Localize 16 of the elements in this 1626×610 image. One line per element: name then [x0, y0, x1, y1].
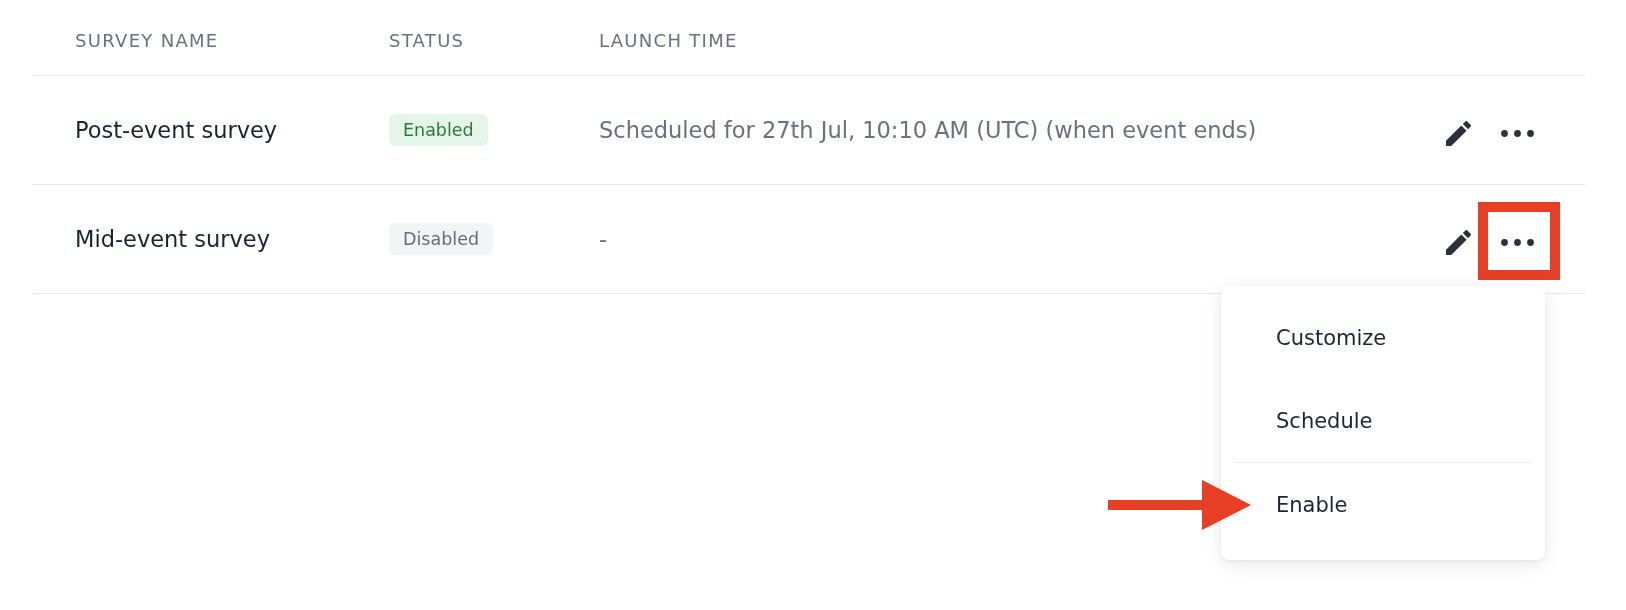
- column-header: LAUNCH TIME: [599, 28, 739, 51]
- more-icon: [1500, 238, 1534, 246]
- menu-item[interactable]: Schedule: [1261, 379, 1545, 462]
- launch-time: Scheduled for 27th Jul, 10:10 AM (UTC) (when event ends): [599, 117, 1258, 143]
- pencil-icon: [1445, 229, 1471, 255]
- status-badge: Disabled: [389, 223, 494, 255]
- more-icon: [1500, 129, 1534, 137]
- status-badge: Enabled: [389, 114, 488, 146]
- survey-name: Mid-event survey: [74, 226, 271, 252]
- survey-name: Post-event survey: [74, 117, 279, 143]
- column-header: STATUS: [389, 28, 466, 51]
- menu-item[interactable]: Customize: [1261, 296, 1545, 379]
- launch-time: -: [599, 226, 609, 252]
- column-header: SURVEY NAME: [74, 28, 220, 51]
- menu-item[interactable]: Enable: [1261, 463, 1545, 546]
- pencil-icon: [1445, 120, 1471, 146]
